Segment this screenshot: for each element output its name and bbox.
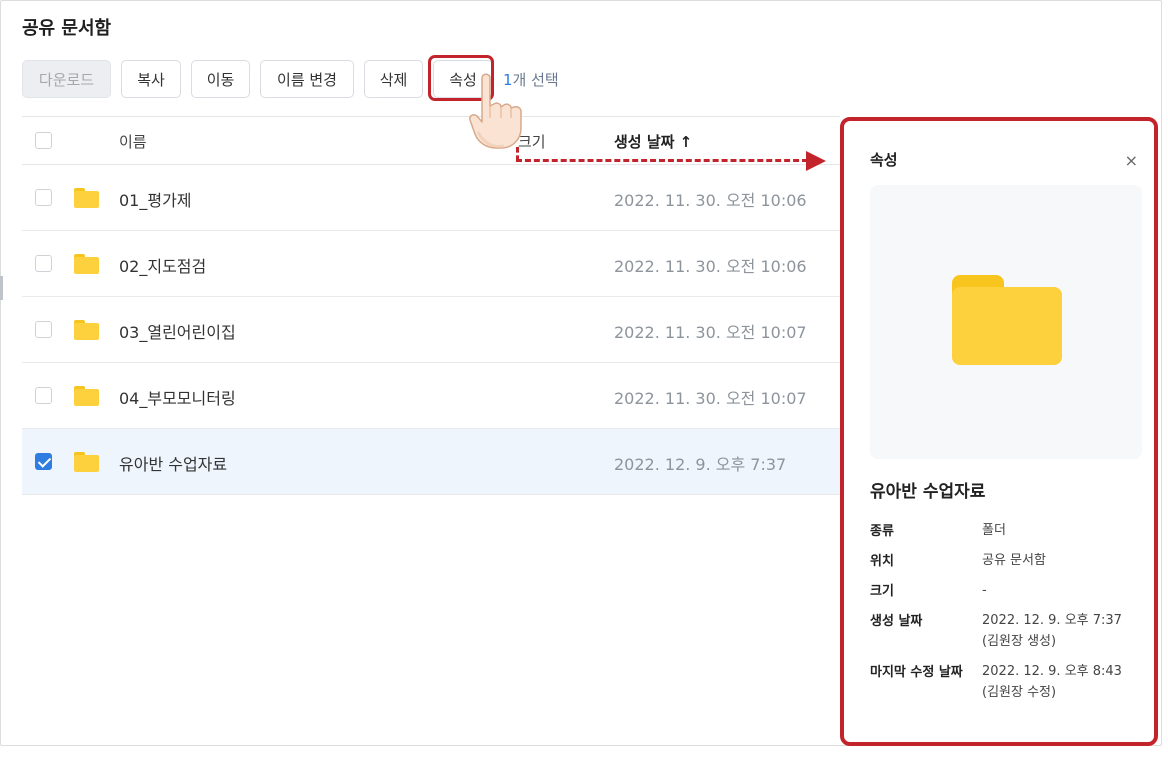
table-row[interactable]: 04_부모모니터링 2022. 11. 30. 오전 10:07 <box>22 363 840 429</box>
row-name: 03_열린어린이집 <box>119 323 236 342</box>
row-date: 2022. 11. 30. 오전 10:06 <box>614 191 807 210</box>
folder-icon <box>74 254 99 274</box>
callout-arrow-line <box>516 159 808 162</box>
table-row-selected[interactable]: 유아반 수업자료 2022. 12. 9. 오후 7:37 <box>22 429 840 495</box>
row-name: 04_부모모니터링 <box>119 389 236 408</box>
close-icon[interactable]: × <box>1125 151 1138 170</box>
prop-value-line: (김원장 생성) <box>982 634 1057 649</box>
row-checkbox[interactable] <box>35 387 52 404</box>
row-checkbox-checked[interactable] <box>35 453 52 470</box>
prop-key: 종류 <box>870 524 894 539</box>
table-row[interactable]: 01_평가제 2022. 11. 30. 오전 10:06 <box>22 165 840 231</box>
column-name[interactable]: 이름 <box>119 131 147 152</box>
prop-value: 공유 문서함 <box>982 553 1046 568</box>
table-row[interactable]: 03_열린어린이집 2022. 11. 30. 오전 10:07 <box>22 297 840 363</box>
row-checkbox[interactable] <box>35 255 52 272</box>
prop-value: 폴더 <box>982 523 1006 538</box>
prop-value: 2022. 12. 9. 오후 7:37 (김원장 생성) <box>982 610 1122 652</box>
row-name: 01_평가제 <box>119 191 192 210</box>
panel-title: 속성 <box>870 151 898 169</box>
folder-icon <box>74 386 99 406</box>
row-date: 2022. 11. 30. 오전 10:07 <box>614 323 807 342</box>
prop-value-line: 2022. 12. 9. 오후 7:37 <box>982 613 1122 628</box>
table-header: 이름 크기 생성 날짜 ↑ <box>22 116 840 165</box>
select-all-checkbox[interactable] <box>35 132 52 149</box>
copy-button[interactable]: 복사 <box>121 60 181 98</box>
prop-key: 마지막 수정 날짜 <box>870 665 963 680</box>
row-date: 2022. 11. 30. 오전 10:06 <box>614 257 807 276</box>
folder-icon <box>74 320 99 340</box>
rename-button[interactable]: 이름 변경 <box>260 60 354 98</box>
callout-arrow-head <box>806 151 826 171</box>
download-button[interactable]: 다운로드 <box>22 60 111 98</box>
prop-key: 크기 <box>870 584 894 599</box>
prop-key: 위치 <box>870 554 894 569</box>
move-button[interactable]: 이동 <box>191 60 250 98</box>
prop-value-line: 2022. 12. 9. 오후 8:43 <box>982 664 1122 679</box>
folder-preview-icon <box>952 275 1062 365</box>
resize-handle[interactable] <box>0 276 3 300</box>
table-row[interactable]: 02_지도점검 2022. 11. 30. 오전 10:06 <box>22 231 840 297</box>
row-name: 02_지도점검 <box>119 257 207 276</box>
row-name: 유아반 수업자료 <box>119 455 228 474</box>
folder-icon <box>74 188 99 208</box>
prop-key: 생성 날짜 <box>870 614 923 629</box>
row-checkbox[interactable] <box>35 321 52 338</box>
folder-icon <box>74 452 99 472</box>
delete-button[interactable]: 삭제 <box>364 60 423 98</box>
preview-area <box>870 185 1142 459</box>
panel-item-name: 유아반 수업자료 <box>870 482 986 502</box>
page-title: 공유 문서함 <box>22 18 112 39</box>
prop-value: - <box>982 583 987 598</box>
prop-value-line: (김원장 수정) <box>982 685 1057 700</box>
row-date: 2022. 12. 9. 오후 7:37 <box>614 455 787 474</box>
row-date: 2022. 11. 30. 오전 10:07 <box>614 389 807 408</box>
row-checkbox[interactable] <box>35 189 52 206</box>
column-created-date[interactable]: 생성 날짜 ↑ <box>614 131 692 152</box>
properties-panel: 속성 × 유아반 수업자료 종류 폴더 위치 공유 문서함 크기 - 생성 날짜… <box>840 117 1158 746</box>
prop-value: 2022. 12. 9. 오후 8:43 (김원장 수정) <box>982 661 1122 703</box>
pointing-hand-icon <box>469 73 522 149</box>
